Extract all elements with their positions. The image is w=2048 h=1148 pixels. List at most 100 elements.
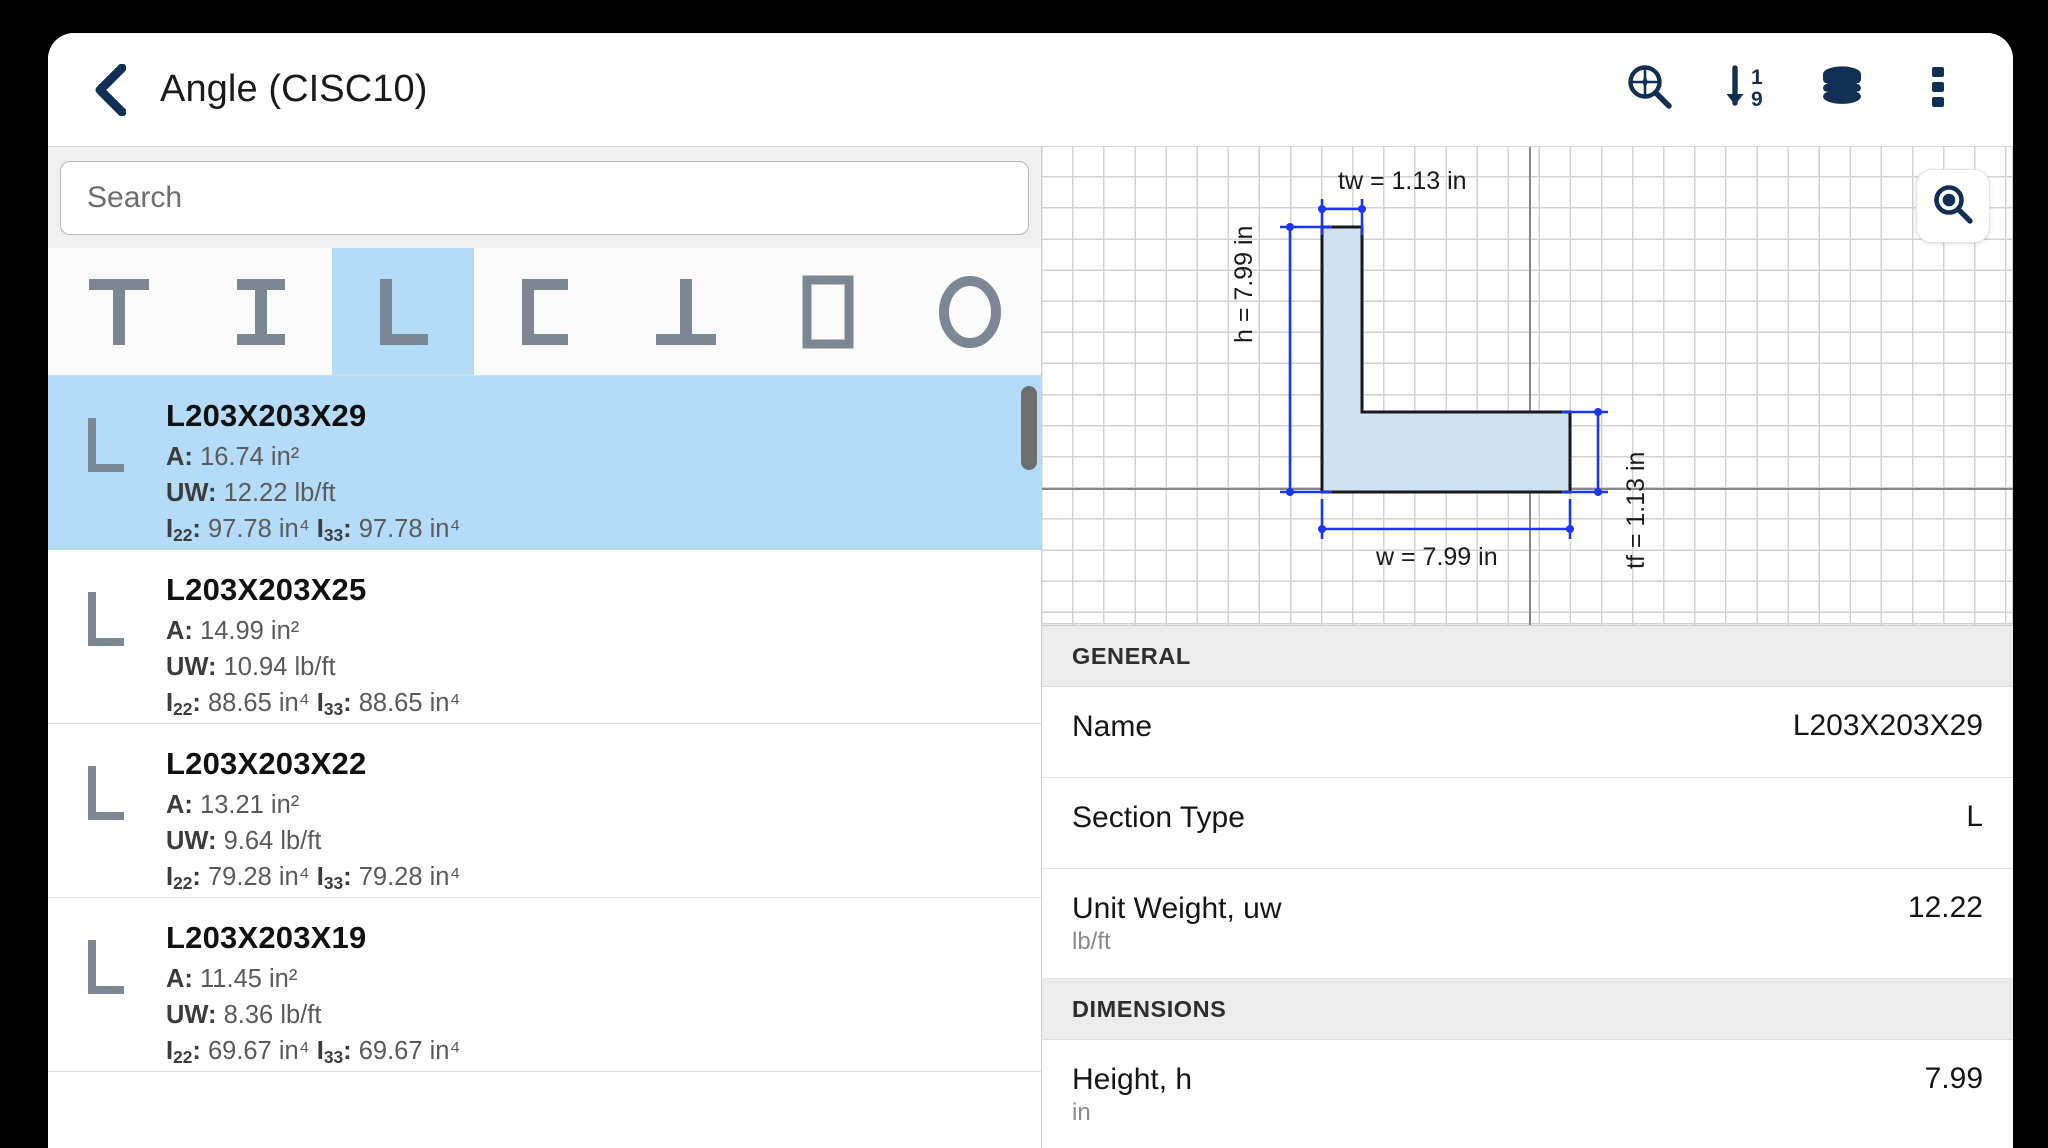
app-bar: Angle (CISC10) 1 9 xyxy=(48,33,2013,146)
list-item-thumbnail xyxy=(48,572,166,652)
list-item-title: L203X203X22 xyxy=(166,746,367,781)
list-item-thumbnail xyxy=(48,746,166,826)
area-label: A: xyxy=(166,442,193,471)
uw-label: UW: xyxy=(166,653,217,682)
search-bar xyxy=(48,147,1041,248)
list-item-unit-weight: UW: 9.64 lb/ft xyxy=(166,823,1011,859)
uw-label: UW: xyxy=(166,1001,217,1030)
list-item-unit-weight: UW: 12.22 lb/ft xyxy=(166,475,1011,511)
search-input[interactable] xyxy=(60,161,1029,235)
app-bar-actions: 1 9 xyxy=(1619,59,1969,121)
list-item-inertia: I22: 97.78 in⁴ I33: 97.78 in⁴ xyxy=(166,511,1011,547)
tab-shape-tee[interactable] xyxy=(48,248,190,375)
area-value: 13.21 in² xyxy=(200,790,300,819)
list-item-area: A: 13.21 in² xyxy=(166,787,1011,823)
list-item-inertia: I22: 79.28 in⁴ I33: 79.28 in⁴ xyxy=(166,859,1011,895)
property-value: 7.99 xyxy=(1924,1061,1983,1095)
tab-shape-rectangular-hss[interactable] xyxy=(757,248,899,375)
sort-icon: 1 9 xyxy=(1720,61,1772,118)
angle-section-drawing xyxy=(1280,199,1608,539)
uw-label: UW: xyxy=(166,479,217,508)
overflow-menu-button[interactable] xyxy=(1907,59,1969,121)
list-item[interactable]: L203X203X19 A: 11.45 in² UW: 8.36 lb/ft … xyxy=(48,898,1041,1072)
dim-h-label: h = 7.99 in xyxy=(1230,225,1258,343)
list-item-body: L203X203X19 A: 11.45 in² UW: 8.36 lb/ft … xyxy=(166,920,1041,1070)
dim-w-line xyxy=(1320,499,1572,539)
zoom-button[interactable] xyxy=(1916,169,1990,243)
page-title: Angle (CISC10) xyxy=(160,68,428,110)
dim-tf-label: tf = 1.13 in xyxy=(1622,451,1650,569)
list-item-title: L203X203X25 xyxy=(166,572,367,607)
tab-shape-inverted-tee[interactable] xyxy=(615,248,757,375)
list-item[interactable]: L203X203X29 A: 16.74 in² UW: 12.22 lb/ft… xyxy=(48,376,1041,550)
angle-shape-icon xyxy=(372,273,434,351)
database-button[interactable] xyxy=(1811,59,1873,121)
uw-value: 12.22 lb/ft xyxy=(223,479,336,508)
area-label: A: xyxy=(166,964,193,993)
channel-shape-icon xyxy=(514,273,576,351)
list-item-area: A: 16.74 in² xyxy=(166,439,1011,475)
i22-value: 88.65 in⁴ xyxy=(207,689,310,718)
tab-shape-i-beam[interactable] xyxy=(190,248,332,375)
property-unit: lb/ft xyxy=(1072,928,1111,956)
property-value: L203X203X29 xyxy=(1792,709,1983,742)
section-detail-pane: tw = 1.13 in h = 7.99 in w = 7.99 in tf … xyxy=(1042,146,2013,1148)
i33-value: 97.78 in⁴ xyxy=(358,515,461,544)
smart-search-button[interactable] xyxy=(1619,59,1681,121)
list-item[interactable]: L203X203X22 A: 13.21 in² UW: 9.64 lb/ft … xyxy=(48,724,1041,898)
chevron-left-icon xyxy=(92,63,126,116)
inverted-tee-shape-icon xyxy=(650,273,722,351)
list-item-title: L203X203X19 xyxy=(166,920,367,955)
list-item-unit-weight: UW: 10.94 lb/ft xyxy=(166,649,1011,685)
i22-label: I22: xyxy=(166,863,201,894)
property-row-name[interactable]: Name L203X203X29 xyxy=(1042,687,2013,778)
list-item[interactable]: L203X203X25 A: 14.99 in² UW: 10.94 lb/ft… xyxy=(48,550,1041,724)
list-item-thumbnail xyxy=(48,398,166,478)
i33-value: 88.65 in⁴ xyxy=(358,689,461,718)
property-row-height[interactable]: Height, h in 7.99 xyxy=(1042,1040,2013,1148)
dim-tw-label: tw = 1.13 in xyxy=(1338,167,1467,195)
uw-label: UW: xyxy=(166,827,217,856)
list-item-body: L203X203X25 A: 14.99 in² UW: 10.94 lb/ft… xyxy=(166,572,1041,722)
area-value: 11.45 in² xyxy=(200,964,298,993)
list-scrollbar-thumb[interactable] xyxy=(1021,386,1037,470)
list-item-inertia: I22: 69.67 in⁴ I33: 69.67 in⁴ xyxy=(166,1033,1011,1069)
uw-value: 8.36 lb/ft xyxy=(223,1001,322,1030)
i22-label: I22: xyxy=(166,689,201,720)
property-label: Height, h xyxy=(1072,1062,1193,1096)
tab-shape-channel[interactable] xyxy=(474,248,616,375)
pipe-shape-icon xyxy=(935,273,1005,351)
tab-shape-pipe[interactable] xyxy=(899,248,1041,375)
shape-type-tabs xyxy=(48,248,1041,376)
i22-value: 79.28 in⁴ xyxy=(207,863,310,892)
property-label: Name xyxy=(1072,710,1153,743)
list-item-body: L203X203X29 A: 16.74 in² UW: 12.22 lb/ft… xyxy=(166,398,1041,548)
i22-label: I22: xyxy=(166,1037,201,1068)
property-row-section-type[interactable]: Section Type L xyxy=(1042,778,2013,869)
i33-label: I33: xyxy=(316,689,352,720)
list-item-thumbnail xyxy=(48,920,166,1000)
properties-section-header: GENERAL xyxy=(1042,626,2013,687)
svg-text:9: 9 xyxy=(1751,88,1763,111)
section-list-pane: L203X203X29 A: 16.74 in² UW: 12.22 lb/ft… xyxy=(48,146,1042,1148)
area-label: A: xyxy=(166,790,193,819)
section-list[interactable]: L203X203X29 A: 16.74 in² UW: 12.22 lb/ft… xyxy=(48,376,1041,1148)
sort-button[interactable]: 1 9 xyxy=(1715,59,1777,121)
list-item-title: L203X203X29 xyxy=(166,398,367,433)
i33-label: I33: xyxy=(316,515,352,546)
property-label: Section Type xyxy=(1072,801,1245,834)
smart-search-icon xyxy=(1624,61,1676,118)
section-drawing-canvas[interactable]: tw = 1.13 in h = 7.99 in w = 7.99 in tf … xyxy=(1042,147,2013,625)
list-item-area: A: 14.99 in² xyxy=(166,613,1011,649)
i33-label: I33: xyxy=(316,863,352,894)
overflow-menu-icon xyxy=(1929,61,1947,118)
properties-section-header: DIMENSIONS xyxy=(1042,978,2013,1040)
property-row-unit-weight[interactable]: Unit Weight, uw lb/ft 12.22 xyxy=(1042,869,2013,979)
database-icon xyxy=(1816,63,1868,116)
i22-value: 69.67 in⁴ xyxy=(207,1037,310,1066)
i33-label: I33: xyxy=(316,1037,352,1068)
tab-shape-angle[interactable] xyxy=(331,248,474,375)
back-button[interactable] xyxy=(72,53,146,127)
i-beam-shape-icon xyxy=(231,273,291,351)
main-content: L203X203X29 A: 16.74 in² UW: 12.22 lb/ft… xyxy=(48,146,2013,1148)
